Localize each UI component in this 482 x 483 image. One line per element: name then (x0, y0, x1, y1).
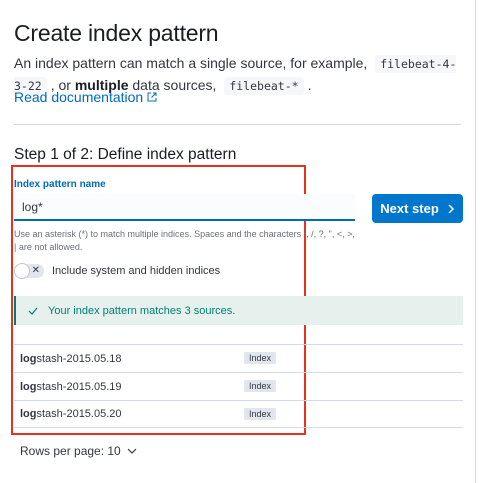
section-divider (14, 124, 461, 125)
toggle-off-icon: ✕ (31, 265, 40, 276)
table-row: logstash-2015.05.18 Index (14, 344, 463, 372)
index-pattern-help-text: Use an asterisk (*) to match multiple in… (14, 229, 355, 252)
next-step-button[interactable]: Next step (372, 194, 463, 223)
matches-callout-text: Your index pattern matches 3 sources. (48, 304, 236, 317)
external-link-icon (147, 92, 157, 102)
source-name-rest: stash-2015.05.19 (36, 380, 122, 393)
include-hidden-label: Include system and hidden indices (52, 265, 221, 277)
example-multi-code: filebeat-* (224, 77, 304, 95)
source-name: logstash-2015.05.18 (14, 353, 122, 365)
source-name: logstash-2015.05.19 (14, 381, 122, 393)
rows-per-page-selector[interactable]: Rows per page: 10 (20, 444, 137, 458)
rows-per-page-label: Rows per page: 10 (20, 444, 121, 458)
table-row: logstash-2015.05.20 Index (14, 400, 463, 428)
create-index-pattern-panel: Create index pattern An index pattern ca… (0, 0, 476, 483)
index-pattern-name-label: Index pattern name (14, 179, 106, 190)
source-name-match: log (20, 380, 37, 393)
index-badge: Index (244, 380, 277, 392)
source-name: logstash-2015.05.20 (14, 408, 122, 420)
check-icon (28, 307, 38, 315)
chevron-down-icon (127, 448, 137, 454)
index-badge: Index (244, 352, 277, 364)
source-name-rest: stash-2015.05.20 (36, 408, 122, 420)
index-badge: Index (244, 408, 277, 420)
include-hidden-toggle-row: ✕ Include system and hidden indices (14, 263, 221, 279)
source-name-match: log (20, 352, 37, 365)
page-title: Create index pattern (14, 20, 219, 46)
desc-prefix: An index pattern can match a single sour… (14, 55, 368, 71)
desc-end: . (307, 77, 312, 93)
include-hidden-toggle[interactable]: ✕ (14, 263, 44, 279)
matches-callout: Your index pattern matches 3 sources. (14, 296, 463, 325)
chevron-right-icon (448, 203, 454, 214)
toggle-knob (14, 263, 30, 279)
step-title: Step 1 of 2: Define index pattern (14, 146, 237, 163)
source-name-rest: stash-2015.05.18 (36, 352, 122, 365)
sources-table: logstash-2015.05.18 Index logstash-2015.… (14, 344, 463, 428)
source-name-match: log (20, 408, 37, 420)
next-step-label: Next step (380, 201, 439, 216)
read-documentation-link[interactable]: Read documentation (14, 89, 157, 105)
table-row: logstash-2015.05.19 Index (14, 372, 463, 400)
index-pattern-name-input[interactable] (14, 194, 355, 221)
doc-link-label: Read documentation (14, 89, 144, 105)
